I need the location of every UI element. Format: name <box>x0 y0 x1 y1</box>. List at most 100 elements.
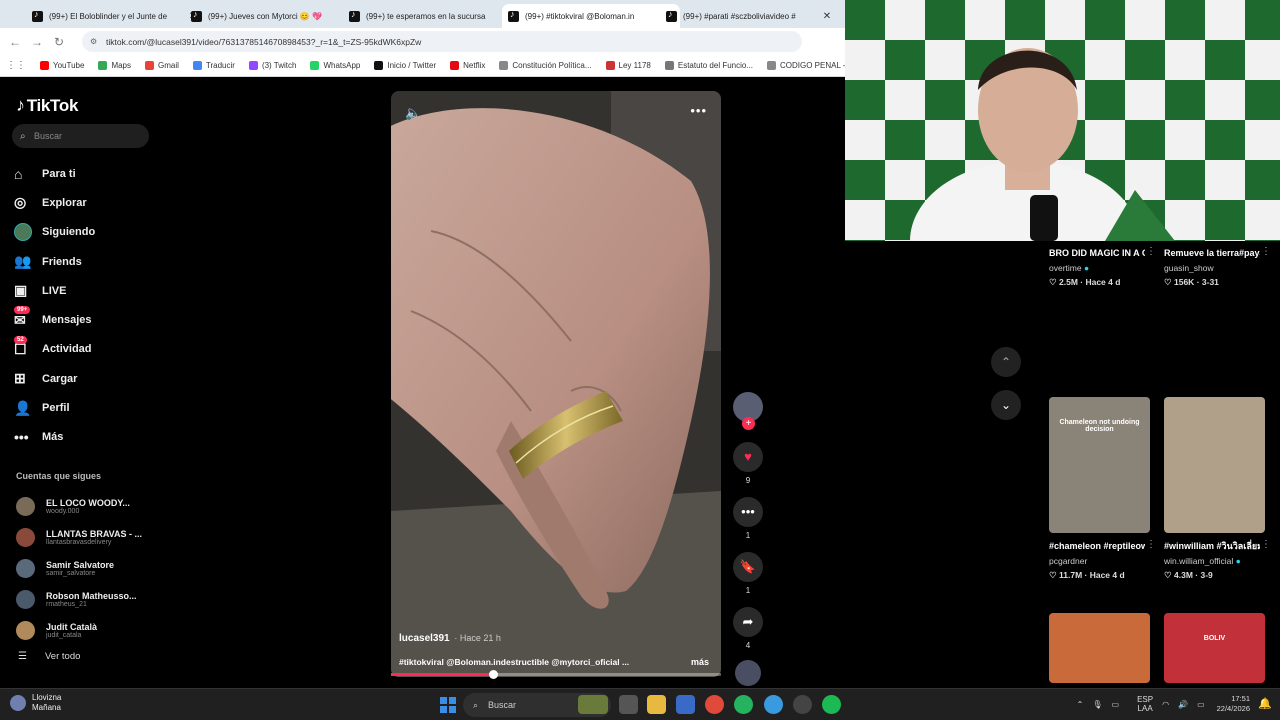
bookmark-item[interactable]: Traducir <box>192 61 235 70</box>
sidebar-item-cargar[interactable]: ⊞ Cargar <box>14 364 95 393</box>
see-all-button[interactable]: ☰ Ver todo <box>18 651 80 662</box>
file-explorer-icon[interactable] <box>647 695 666 714</box>
video-caption[interactable]: #tiktokviral @Boloman.indestructible @my… <box>399 657 659 667</box>
card-options-icon[interactable]: ⋮ <box>1261 539 1271 550</box>
comment-button[interactable]: ••• 1 <box>731 497 765 540</box>
sidebar-item-friends[interactable]: 👥 Friends <box>14 247 95 276</box>
video-card-user[interactable]: win.william_official <box>1164 556 1233 566</box>
video-card[interactable] <box>1049 613 1150 683</box>
video-card-title[interactable]: #chameleon #reptileowner... <box>1049 539 1145 553</box>
following-account[interactable]: Robson Matheusso... rmatheus_21 <box>16 584 142 615</box>
follow-plus-icon[interactable]: + <box>742 417 755 430</box>
video-author-line[interactable]: lucasel391 · Hace 21 h <box>399 633 501 644</box>
card-options-icon[interactable]: ⋮ <box>1146 246 1156 257</box>
video-card-title[interactable]: BRO DID MAGIC IN A GAME 😮 ... <box>1049 246 1145 260</box>
taskbar-widget-icon[interactable] <box>578 695 608 714</box>
site-info-icon[interactable]: ⚙ <box>90 37 100 46</box>
bookmark-item[interactable]: Ley 1178 <box>605 61 651 70</box>
battery-icon[interactable]: ▭ <box>1197 700 1205 709</box>
chevron-up-icon[interactable]: ⌃ <box>1077 700 1084 709</box>
video-thumbnail[interactable]: Chameleon not undoing decision <box>1049 397 1150 533</box>
video-author[interactable]: lucasel391 <box>399 633 450 644</box>
sidebar-item-actividad[interactable]: ☐ 52 Actividad <box>14 335 95 364</box>
bookmark-item[interactable]: Constitución Política... <box>499 61 592 70</box>
video-card-user[interactable]: overtime <box>1049 263 1082 273</box>
following-account[interactable]: LLANTAS BRAVAS - ... llantasbravasdeliver… <box>16 522 142 553</box>
volume-icon[interactable]: 🔈 <box>405 105 421 121</box>
back-icon[interactable]: ← <box>4 35 26 49</box>
video-thumbnail[interactable]: BOLIV <box>1164 613 1265 683</box>
previous-video-button[interactable]: ⌃ <box>991 347 1021 377</box>
search-input[interactable]: ⌕ Buscar <box>12 124 149 148</box>
sidebar-item-mensajes[interactable]: ✉ 99+ Mensajes <box>14 305 95 334</box>
reload-icon[interactable]: ↻ <box>48 35 70 49</box>
video-thumbnail[interactable] <box>1164 397 1265 533</box>
save-button[interactable]: 🔖 1 <box>731 552 765 595</box>
browser-tab[interactable]: (99+) te esperamos en la sucursa ✕ <box>343 4 521 28</box>
bookmark-item[interactable]: Netflix <box>450 61 485 70</box>
close-tab-icon[interactable]: ✕ <box>822 11 832 22</box>
creator-avatar[interactable]: + <box>733 392 763 430</box>
obs-icon[interactable] <box>793 695 812 714</box>
browser-tab[interactable]: (99+) Jueves con Mytorci 😊 💖 ✕ <box>185 4 363 28</box>
notifications-icon[interactable]: 🔔 <box>1258 697 1272 710</box>
following-account[interactable]: EL LOCO WOODY... woody.000 <box>16 491 142 522</box>
sidebar-item-live[interactable]: ▣ LIVE <box>14 276 95 305</box>
apps-grid-icon[interactable]: ⋮⋮ <box>6 60 26 71</box>
video-thumbnail[interactable] <box>1049 613 1150 683</box>
following-account[interactable]: Judit Català judit_catala <box>16 615 142 646</box>
sidebar-item-explorar[interactable]: ◎ Explorar <box>14 188 95 217</box>
tiktok-logo[interactable]: ♪ TikTok <box>16 95 78 116</box>
video-card[interactable]: BOLIV <box>1164 613 1265 683</box>
card-options-icon[interactable]: ⋮ <box>1261 246 1271 257</box>
video-player[interactable]: 🔈 ••• lucasel391 · Hace 21 h #tiktokvira… <box>391 91 721 677</box>
video-card-user[interactable]: guasin_show <box>1164 263 1214 273</box>
card-options-icon[interactable]: ⋮ <box>1146 539 1156 550</box>
wifi-icon[interactable]: ◠ <box>1162 700 1169 709</box>
bookmark-item[interactable]: (3) Twitch <box>248 61 296 70</box>
forward-icon[interactable]: → <box>26 35 48 49</box>
video-card-title[interactable]: Remueve la tierra#payasosvi... <box>1164 246 1260 260</box>
video-progress-knob[interactable] <box>489 670 499 679</box>
clock[interactable]: 17:51 22/4/2026 <box>1217 694 1250 714</box>
sidebar-item-perfil[interactable]: 👤 Perfil <box>14 393 95 422</box>
music-disc-icon[interactable] <box>735 660 761 686</box>
sidebar-item-siguiendo[interactable]: Siguiendo <box>14 218 95 247</box>
more-options-icon[interactable]: ••• <box>690 103 707 118</box>
language-indicator[interactable]: ESP LAA <box>1128 695 1153 713</box>
browser-tab[interactable]: (99+) El Boloblinder y el Junte de ✕ <box>26 4 204 28</box>
sidebar-item-m-s[interactable]: ••• Más <box>14 423 95 452</box>
caption-more-button[interactable]: más <box>691 657 709 667</box>
whatsapp-icon[interactable] <box>734 695 753 714</box>
bookmark-item[interactable]: Estatuto del Funcio... <box>664 61 753 70</box>
bookmark-item[interactable]: Inicio / Twitter <box>374 61 436 70</box>
account-name: EL LOCO WOODY... <box>46 498 130 508</box>
weather-widget[interactable]: Llovizna Mañana <box>10 693 61 713</box>
bookmark-item[interactable]: YouTube <box>40 61 84 70</box>
device-icon[interactable]: ▭ <box>1112 700 1120 709</box>
sidebar-item-para-ti[interactable]: ⌂ Para ti <box>14 159 95 188</box>
bookmark-item[interactable]: Maps <box>98 61 131 70</box>
video-card-user[interactable]: pcgardner <box>1049 556 1087 566</box>
share-button[interactable]: ➦ 4 <box>731 607 765 650</box>
task-view-icon[interactable] <box>619 695 638 714</box>
volume-icon[interactable]: 🔊 <box>1178 700 1188 709</box>
spotify-icon[interactable] <box>822 695 841 714</box>
video-card-title[interactable]: #winwilliam #วินวิลเลี่ยม #supercar... <box>1164 539 1260 553</box>
url-field[interactable]: ⚙ tiktok.com/@lucasel391/video/763137851… <box>82 31 802 52</box>
video-card[interactable]: Chameleon not undoing decision #chameleon… <box>1049 397 1156 582</box>
microphone-icon[interactable]: 🎙 <box>1092 700 1102 709</box>
chrome-profile-icon[interactable] <box>764 695 783 714</box>
like-button[interactable]: ♥ 9 <box>731 442 765 485</box>
browser-tab[interactable]: (99+) #parati #sczboliviavideo # ✕ <box>660 4 838 28</box>
video-progress-bar[interactable] <box>391 670 721 679</box>
windows-start-icon[interactable] <box>440 697 456 713</box>
browser-tab-active[interactable]: (99+) #tiktokviral @Boloman.in ✕ <box>502 4 680 28</box>
video-card[interactable]: #winwilliam #วินวิลเลี่ยม #supercar...⋮ w… <box>1164 397 1271 582</box>
bookmark-item[interactable]: WhatsApp <box>310 61 360 70</box>
bookmark-item[interactable]: Gmail <box>145 61 179 70</box>
following-account[interactable]: Samir Salvatore samir_salvatore <box>16 553 142 584</box>
next-video-button[interactable]: ⌄ <box>991 390 1021 420</box>
chrome-icon[interactable] <box>705 695 724 714</box>
store-icon[interactable] <box>676 695 695 714</box>
